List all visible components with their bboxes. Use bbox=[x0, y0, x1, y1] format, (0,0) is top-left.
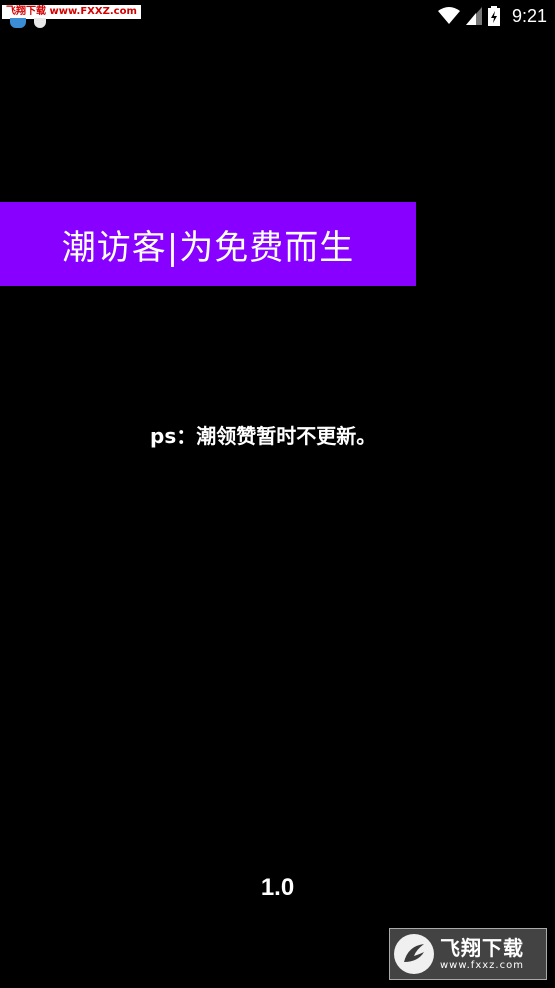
notification-icons bbox=[10, 18, 46, 28]
watermark-logo-icon bbox=[394, 934, 434, 974]
status-time: 9:21 bbox=[511, 5, 547, 26]
wifi-icon bbox=[437, 7, 460, 25]
version-label: 1.0 bbox=[260, 874, 295, 901]
title-banner: 潮访客|为免费而生 bbox=[0, 202, 416, 286]
cell-signal-icon bbox=[465, 7, 482, 25]
watermark-logo-url: www.fxxz.com bbox=[440, 959, 524, 971]
system-status-icons: 9:21 bbox=[437, 4, 547, 28]
watermark-text: 飞翔下载 www.FXXZ.com bbox=[2, 5, 141, 19]
notification-app-icon bbox=[10, 18, 26, 28]
notification-image-icon bbox=[34, 18, 46, 28]
notice-text: ps：潮领赞暂时不更新。 bbox=[150, 424, 377, 448]
watermark-logo-text: 飞翔下载 bbox=[440, 935, 524, 960]
battery-icon bbox=[487, 6, 500, 26]
banner-title: 潮访客|为免费而生 bbox=[61, 227, 355, 268]
status-bar: 飞翔下载 www.FXXZ.com 9:21 bbox=[0, 0, 555, 32]
watermark-logo: 飞翔下载 www.fxxz.com bbox=[389, 928, 547, 980]
